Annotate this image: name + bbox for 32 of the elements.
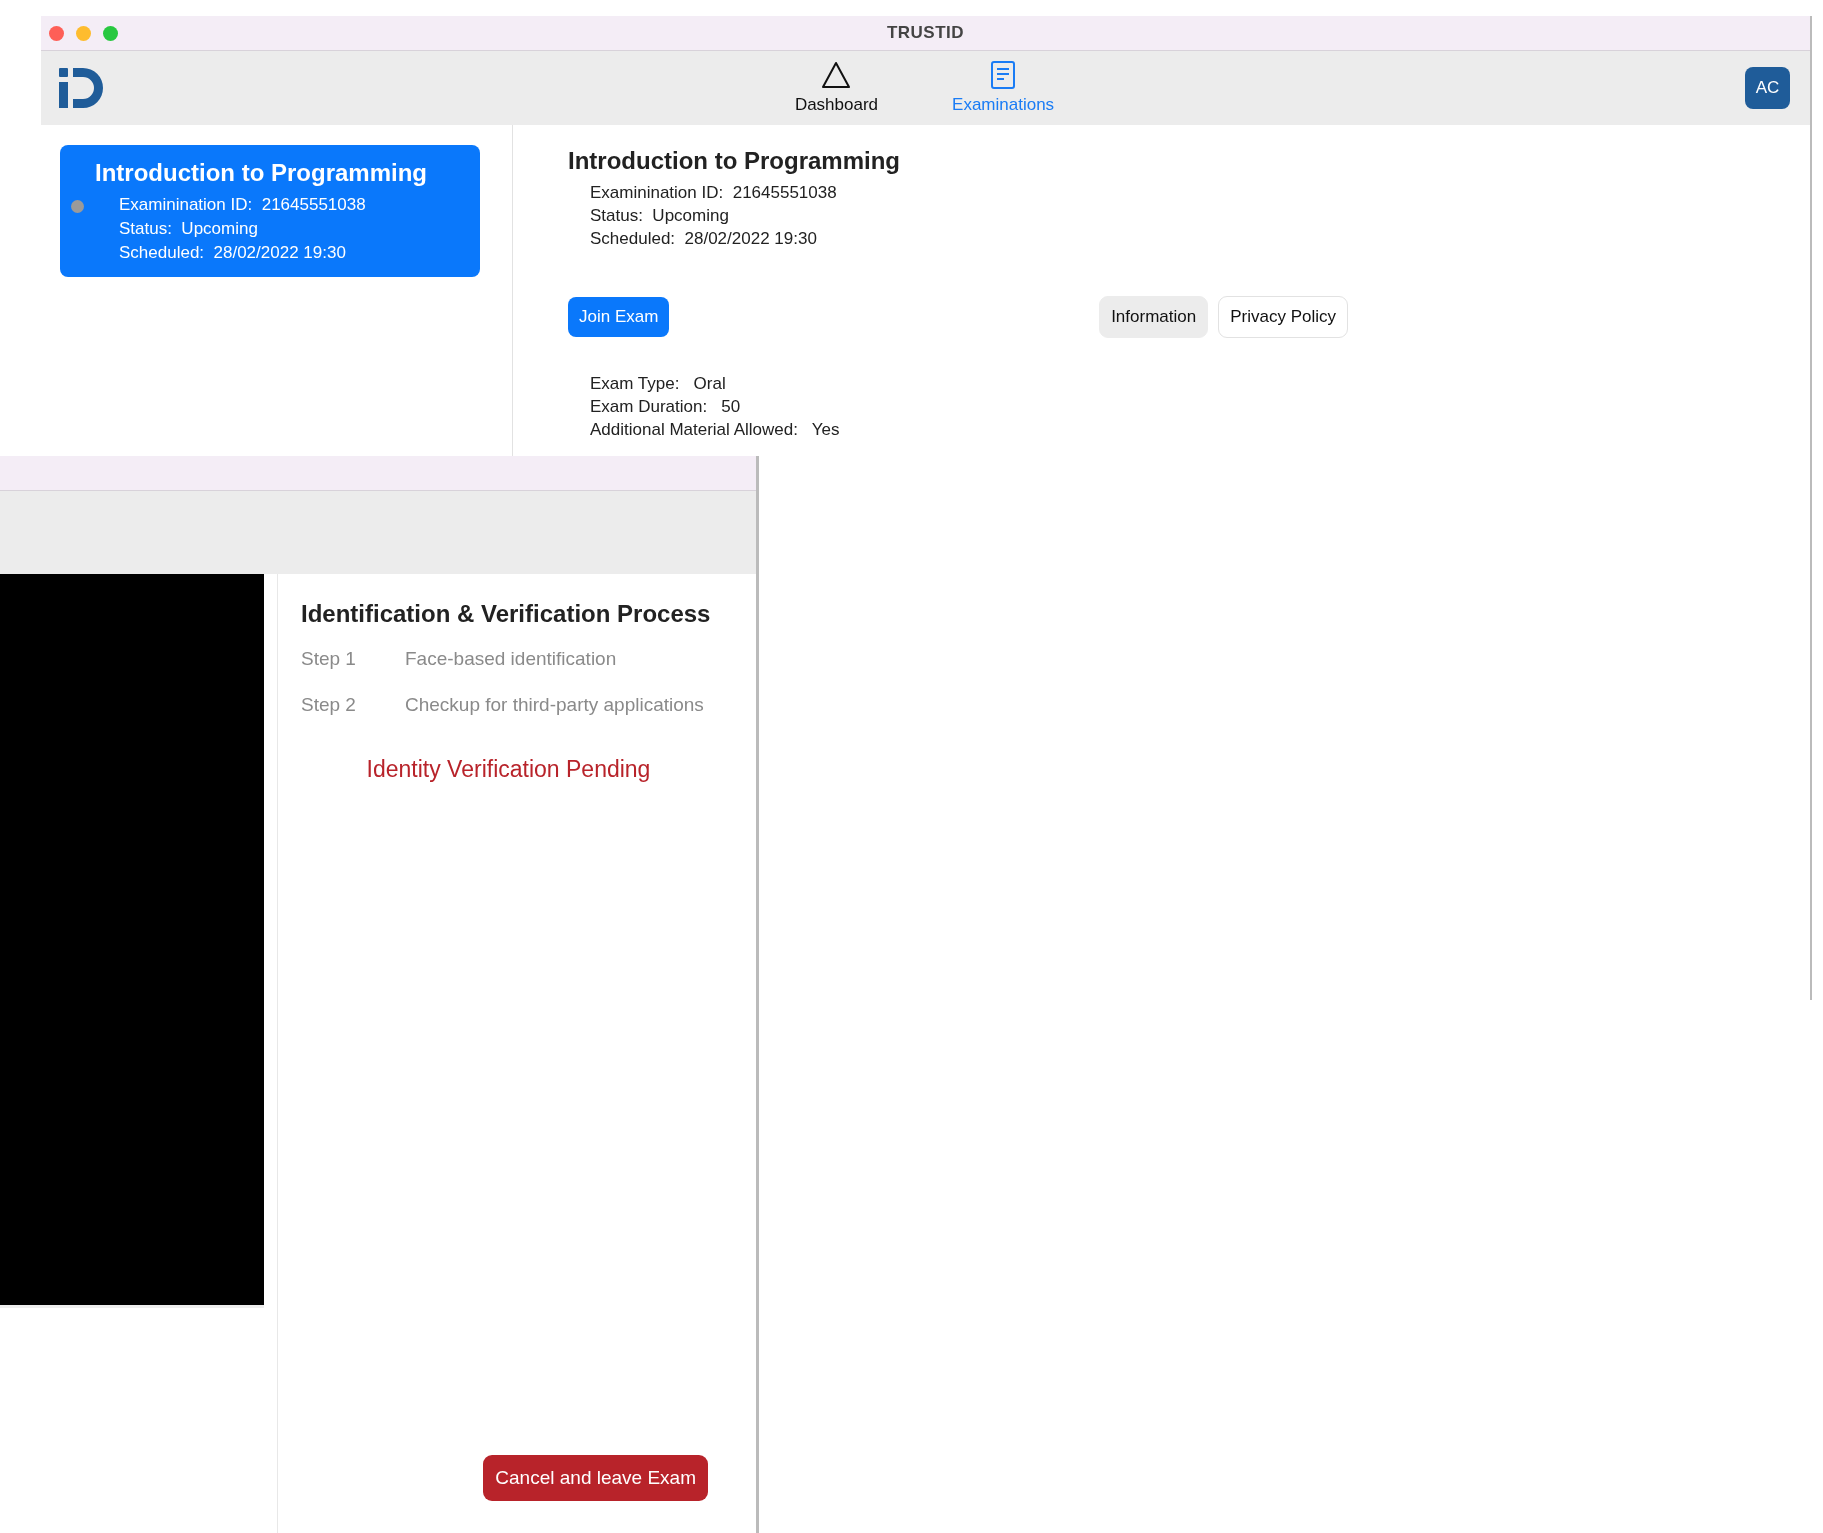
document-icon — [990, 61, 1017, 89]
exam-detail: Status: Upcoming — [119, 219, 259, 239]
nav-tab[interactable]: Dashboard — [788, 57, 885, 119]
avatar[interactable]: AC — [1745, 67, 1790, 109]
close-button[interactable] — [49, 26, 64, 41]
exam-detail: Status: Upcoming — [589, 205, 730, 227]
exam-heading: Introduction to Programming — [568, 147, 901, 175]
process-heading: Identification & Verification Process — [301, 600, 712, 628]
exam-card[interactable]: Introduction to Programming Examinination ID: 21645551038 Status: Upcoming Scheduled: 28/02/2022 19:30 — [60, 145, 480, 277]
exam-info: Exam Type: Oral — [589, 373, 727, 395]
join-exam-button[interactable]: Join Exam — [568, 297, 670, 337]
maximize-button[interactable] — [103, 26, 118, 41]
exam-title: Introduction to Programming — [95, 159, 428, 187]
logo-icon — [59, 66, 105, 110]
exam-detail: Scheduled: 28/02/2022 19:30 — [589, 228, 818, 250]
exam-detail: Examinination ID: 21645551038 — [119, 195, 367, 215]
step-number: Step 1 — [301, 648, 357, 670]
info-tab[interactable]: Privacy Policy — [1218, 296, 1348, 338]
minimize-button[interactable] — [76, 26, 91, 41]
exam-detail: Examinination ID: 21645551038 — [589, 182, 838, 204]
info-tab[interactable]: Information — [1099, 296, 1209, 338]
cancel-exam-button[interactable]: Cancel and leave Exam — [483, 1455, 708, 1501]
status-dot — [71, 200, 84, 213]
exam-detail: Scheduled: 28/02/2022 19:30 — [119, 243, 347, 263]
exam-info: Exam Duration: 50 — [589, 396, 742, 418]
window-title: TRUSTID — [886, 23, 965, 43]
step-label: Checkup for third-party applications — [405, 694, 705, 716]
verification-status: Identity Verification Pending — [366, 756, 651, 783]
step-label: Face-based identification — [405, 648, 618, 670]
step-number: Step 2 — [301, 694, 357, 716]
triangle-icon — [821, 61, 852, 89]
exam-info: Additional Material Allowed: Yes — [589, 419, 841, 441]
